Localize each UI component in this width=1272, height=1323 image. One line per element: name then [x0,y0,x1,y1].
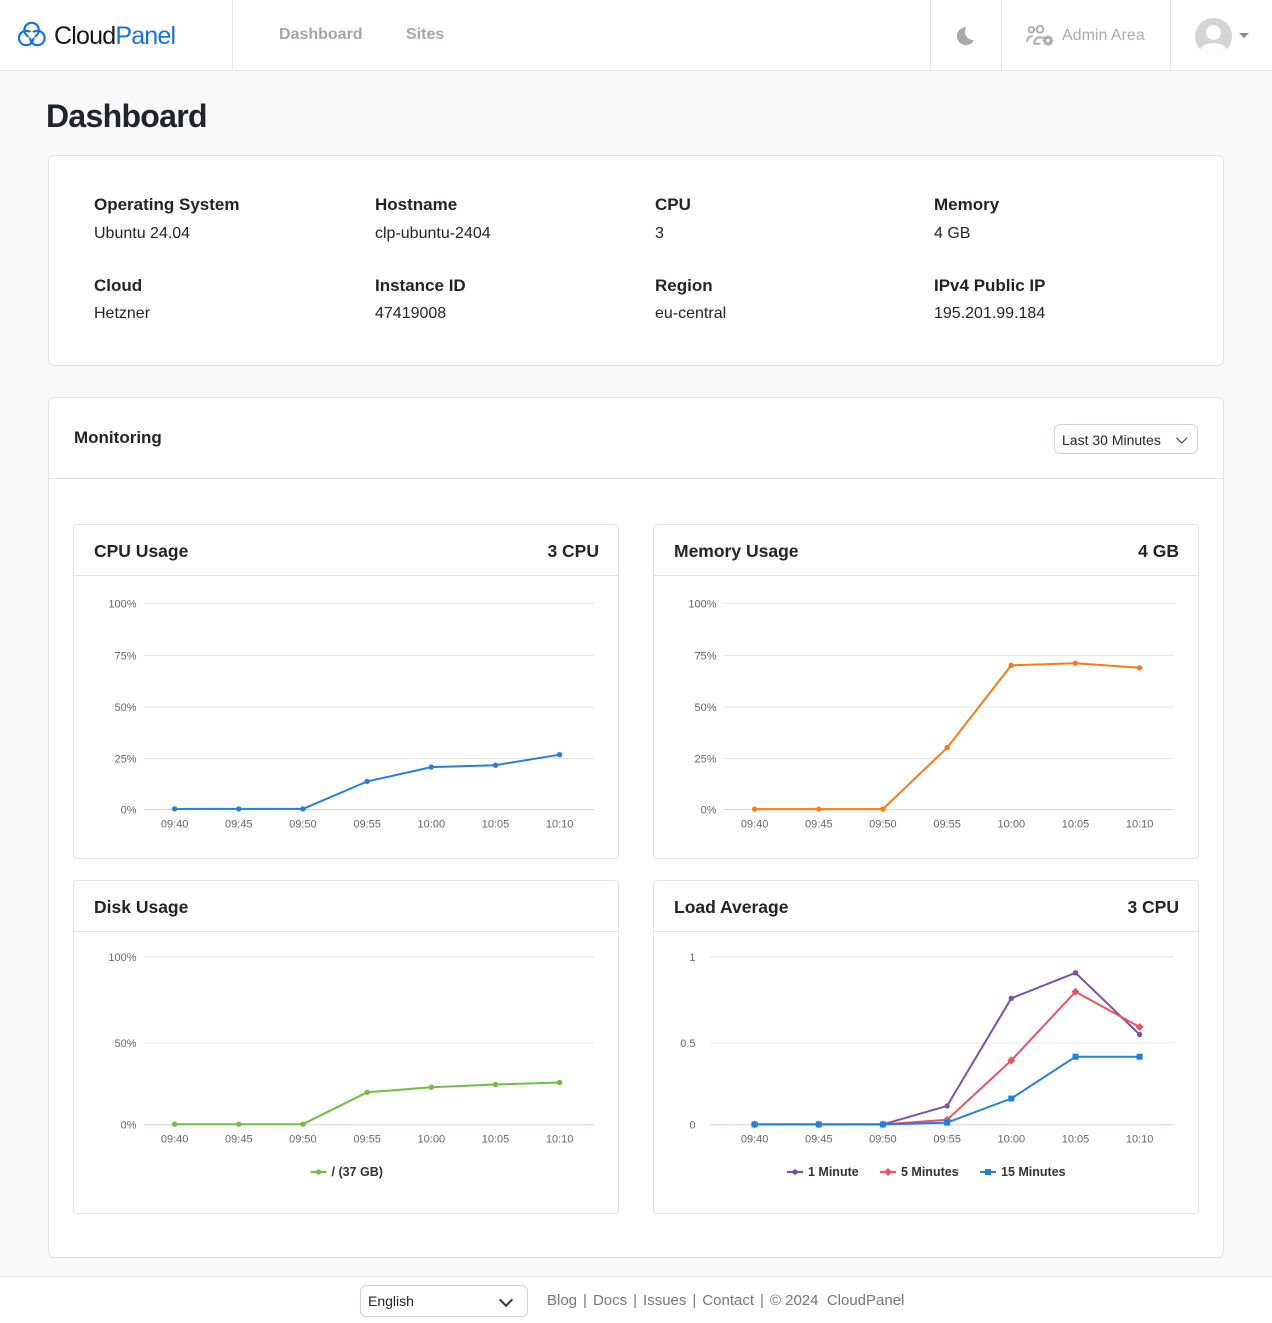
svg-text:100%: 100% [688,599,716,611]
svg-text:1 Minute: 1 Minute [808,1165,859,1179]
svg-text:09:55: 09:55 [353,1134,381,1146]
svg-text:/ (37 GB): / (37 GB) [332,1165,383,1179]
svg-text:10:00: 10:00 [998,819,1026,831]
svg-text:09:55: 09:55 [933,1134,961,1146]
svg-text:50%: 50% [114,702,136,714]
svg-text:10:10: 10:10 [1126,1134,1154,1146]
svg-text:10:10: 10:10 [546,1134,574,1146]
svg-text:10:00: 10:00 [998,1134,1026,1146]
svg-text:75%: 75% [694,651,716,663]
svg-text:09:45: 09:45 [805,819,833,831]
svg-text:0%: 0% [701,805,717,817]
svg-text:0%: 0% [121,805,137,817]
svg-text:10:00: 10:00 [418,819,446,831]
svg-text:10:05: 10:05 [482,819,510,831]
svg-text:09:55: 09:55 [353,819,381,831]
svg-text:09:50: 09:50 [289,1134,317,1146]
svg-text:25%: 25% [114,754,136,766]
svg-text:09:45: 09:45 [225,819,253,831]
svg-text:10:05: 10:05 [482,1134,510,1146]
svg-text:10:05: 10:05 [1062,1134,1090,1146]
svg-text:10:10: 10:10 [1126,819,1154,831]
svg-text:5 Minutes: 5 Minutes [901,1165,959,1179]
svg-text:50%: 50% [114,1038,136,1050]
svg-text:10:05: 10:05 [1062,819,1090,831]
svg-text:09:50: 09:50 [869,1134,897,1146]
svg-text:09:45: 09:45 [805,1134,833,1146]
svg-text:15 Minutes: 15 Minutes [1001,1165,1066,1179]
svg-text:0: 0 [689,1120,695,1132]
svg-text:100%: 100% [108,599,136,611]
svg-text:09:40: 09:40 [741,819,769,831]
svg-text:09:45: 09:45 [225,1134,253,1146]
svg-text:100%: 100% [108,952,136,964]
svg-text:09:50: 09:50 [869,819,897,831]
svg-text:50%: 50% [694,702,716,714]
svg-text:09:40: 09:40 [161,819,189,831]
svg-text:0.5: 0.5 [680,1038,695,1050]
svg-text:25%: 25% [694,754,716,766]
svg-text:0%: 0% [121,1120,137,1132]
svg-text:75%: 75% [114,651,136,663]
svg-text:10:10: 10:10 [546,819,574,831]
svg-text:1: 1 [689,952,695,964]
svg-text:09:40: 09:40 [741,1134,769,1146]
svg-text:09:50: 09:50 [289,819,317,831]
svg-text:09:55: 09:55 [933,819,961,831]
svg-text:10:00: 10:00 [418,1134,446,1146]
svg-text:09:40: 09:40 [161,1134,189,1146]
